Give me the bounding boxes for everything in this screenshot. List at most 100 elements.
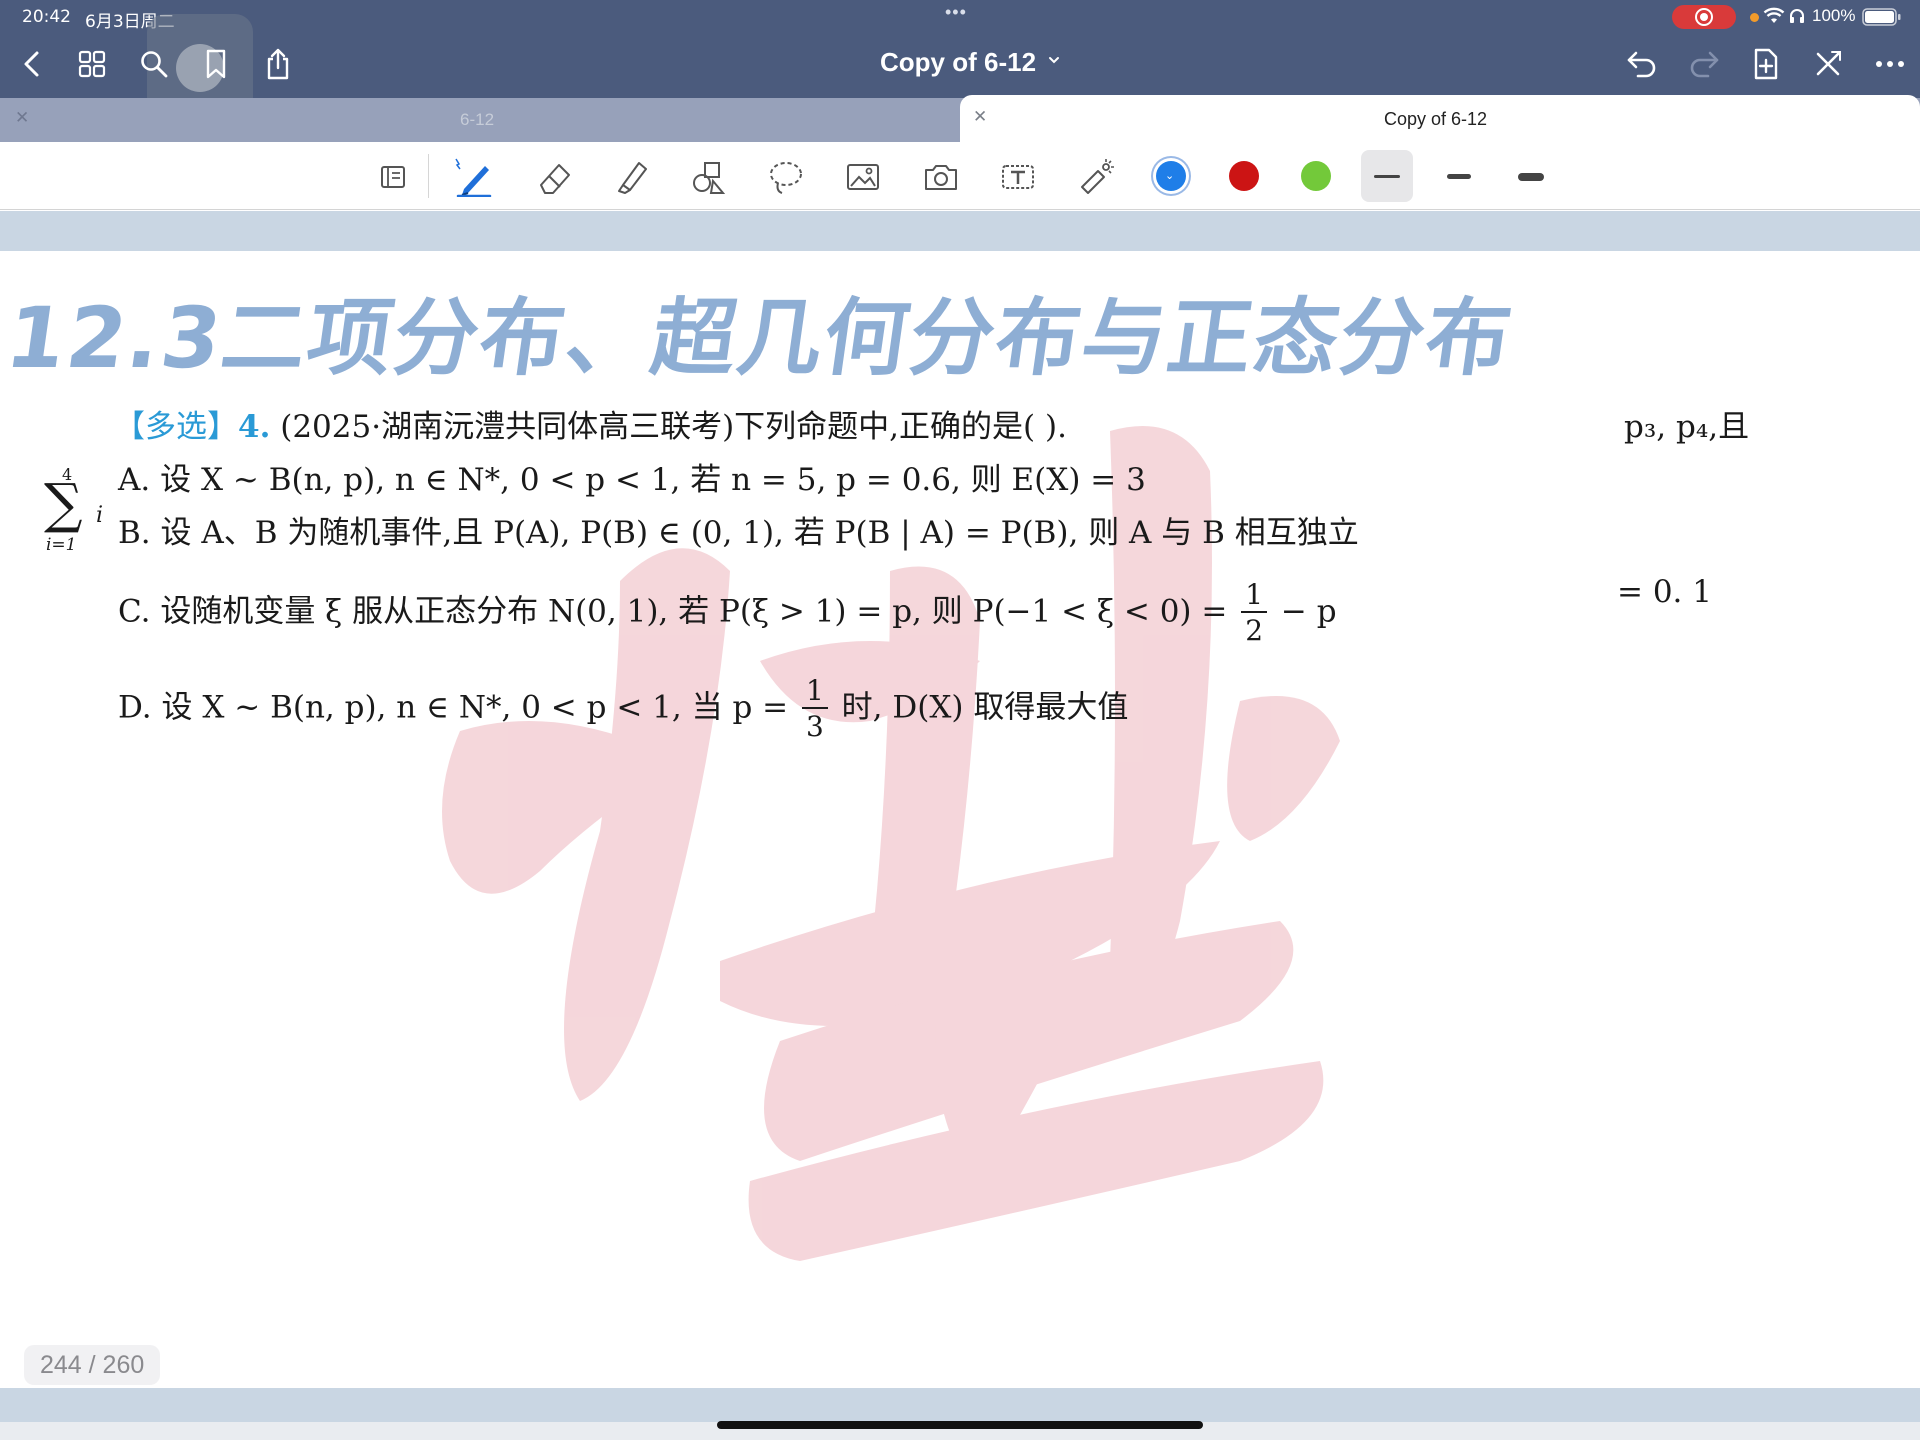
document-tab-bar: ✕ 6-12 ✕ Copy of 6-12	[0, 95, 1920, 142]
sigma-term: i	[96, 503, 104, 528]
option-text: 设	[160, 462, 192, 498]
back-icon	[24, 51, 39, 77]
sigma-lower-limit: i=1	[46, 535, 77, 555]
annotation-toolbar: ⌄	[0, 142, 1920, 210]
toolbar-divider	[428, 154, 429, 198]
search-button[interactable]	[134, 44, 174, 84]
option-label: A.	[118, 462, 151, 498]
tab-copy-of-6-12[interactable]: ✕ Copy of 6-12	[960, 95, 1920, 142]
tab-label: Copy of 6-12	[1384, 109, 1488, 129]
highlighter-tool[interactable]	[608, 154, 654, 200]
multitasking-dots-icon[interactable]: •••	[945, 2, 967, 23]
add-page-button[interactable]	[1746, 44, 1786, 84]
section-heading: 12.3二项分布、超几何分布与正态分布	[0, 289, 1520, 387]
option-label: D.	[118, 689, 152, 726]
grid-icon	[78, 50, 106, 78]
fraction-denominator: 2	[1245, 614, 1264, 647]
option-label: B.	[118, 515, 151, 551]
image-tool[interactable]	[840, 154, 886, 200]
more-icon	[1876, 61, 1904, 67]
thumbnail-grid-button[interactable]	[72, 44, 112, 84]
pen-tool[interactable]	[451, 154, 497, 200]
lasso-icon	[770, 162, 802, 194]
option-text: 设 A、B 为随机事件,且 P(A), P(B) ∈ (0, 1), 若 P(B…	[160, 515, 1359, 551]
tab-label: 6-12	[460, 110, 495, 129]
page-number-indicator[interactable]: 244 / 260	[24, 1345, 161, 1385]
share-icon	[267, 48, 289, 80]
page-separator	[0, 1388, 1920, 1422]
stroke-width-medium[interactable]	[1447, 174, 1471, 179]
question-stem: 【多选】4. (2025·湖南沅澧共同体高三联考)下列命题中,正确的是( ).	[114, 401, 1067, 446]
page-separator	[0, 211, 1920, 251]
highlighter-icon	[618, 162, 647, 194]
search-icon	[141, 51, 168, 78]
tab-6-12[interactable]: ✕ 6-12	[0, 98, 958, 142]
option-text-after: 时, D(X) 取得最大值	[841, 689, 1129, 726]
option-text-math: X ~ B(n, p), n ∈ N*, 0 < p < 1, 若 n = 5,…	[200, 462, 1146, 498]
back-button[interactable]	[12, 44, 52, 84]
bookmark-icon	[206, 49, 226, 79]
lasso-tool[interactable]	[763, 154, 809, 200]
color-swatch-blue[interactable]: ⌄	[1156, 161, 1186, 191]
screen-recording-icon[interactable]	[1672, 5, 1736, 29]
sigma-symbol: ∑	[44, 472, 83, 535]
partial-summation-formula: 4 ∑ i=1 i	[40, 465, 110, 565]
stroke-width-thick[interactable]	[1518, 173, 1544, 181]
battery-icon	[1862, 8, 1901, 26]
color-swatch-green[interactable]	[1301, 161, 1331, 191]
more-options-button[interactable]	[1870, 44, 1910, 84]
laser-pointer-icon	[1081, 159, 1114, 194]
share-button[interactable]	[258, 44, 298, 84]
eraser-icon	[540, 164, 570, 194]
image-icon	[847, 164, 879, 190]
adjacent-column-fragment: p₃, p₄,且	[1624, 409, 1750, 445]
undo-icon	[1627, 51, 1656, 78]
read-mode-icon	[381, 166, 405, 188]
chevron-down-icon[interactable]	[1048, 55, 1060, 65]
option-d: D. 设 X ~ B(n, p), n ∈ N*, 0 < p < 1, 当 p…	[118, 677, 1128, 741]
tab-close-icon[interactable]: ✕	[973, 107, 987, 127]
redo-button[interactable]	[1684, 44, 1724, 84]
headphones-icon	[1790, 9, 1804, 23]
adjacent-column-fragment: = 0. 1	[1617, 574, 1712, 610]
fraction: 12	[1241, 581, 1268, 647]
fraction: 13	[801, 677, 828, 743]
app-window: 20:42 6月3日周二 ••• 100% Copy of 6-12 ✕ 6-1…	[0, 0, 1920, 1440]
home-indicator[interactable]	[717, 1421, 1203, 1429]
question-number: 4.	[238, 409, 271, 445]
fraction-denominator: 3	[805, 710, 824, 743]
status-time: 20:42	[22, 7, 71, 27]
undo-button[interactable]	[1622, 44, 1662, 84]
shapes-tool[interactable]	[686, 154, 732, 200]
top-navigation-bar: 20:42 6月3日周二 ••• 100% Copy of 6-12	[0, 0, 1920, 120]
fraction-numerator: 1	[801, 677, 828, 709]
selected-check-icon: ⌄	[1165, 170, 1175, 182]
close-annotation-button[interactable]	[1808, 44, 1848, 84]
laser-pointer-tool[interactable]	[1073, 154, 1119, 200]
fraction-numerator: 1	[1241, 581, 1268, 613]
bookmark-button[interactable]	[196, 44, 236, 84]
option-text: 设随机变量 ξ 服从正态分布 N(0, 1), 若 P(ξ > 1) = p, …	[160, 593, 1228, 630]
battery-percentage: 100%	[1812, 6, 1856, 25]
option-a: A. 设 X ~ B(n, p), n ∈ N*, 0 < p < 1, 若 n…	[118, 454, 1146, 499]
color-swatch-red[interactable]	[1229, 161, 1259, 191]
camera-tool[interactable]	[918, 154, 964, 200]
tab-close-icon[interactable]: ✕	[15, 108, 29, 128]
read-mode-tool[interactable]	[371, 154, 417, 200]
camera-icon	[925, 165, 957, 190]
document-title-button[interactable]: Copy of 6-12	[880, 47, 1036, 78]
question-tag: 【多选】	[114, 409, 238, 445]
option-label: C.	[118, 593, 151, 630]
stroke-width-thin[interactable]	[1374, 175, 1400, 178]
wifi-icon	[1763, 7, 1785, 23]
option-text-after: − p	[1280, 593, 1337, 630]
pen-icon	[455, 158, 492, 197]
eraser-tool[interactable]	[532, 154, 578, 200]
text-tool[interactable]	[995, 154, 1041, 200]
redo-icon	[1690, 51, 1719, 78]
option-c: C. 设随机变量 ξ 服从正态分布 N(0, 1), 若 P(ξ > 1) = …	[118, 581, 1337, 645]
pdf-page[interactable]: 12.3二项分布、超几何分布与正态分布 4 ∑ i=1 i 【多选】4. (20…	[0, 251, 1920, 1387]
option-b: B. 设 A、B 为随机事件,且 P(A), P(B) ∈ (0, 1), 若 …	[118, 507, 1359, 552]
mic-indicator-icon	[1750, 13, 1759, 22]
add-page-icon	[1754, 48, 1778, 80]
